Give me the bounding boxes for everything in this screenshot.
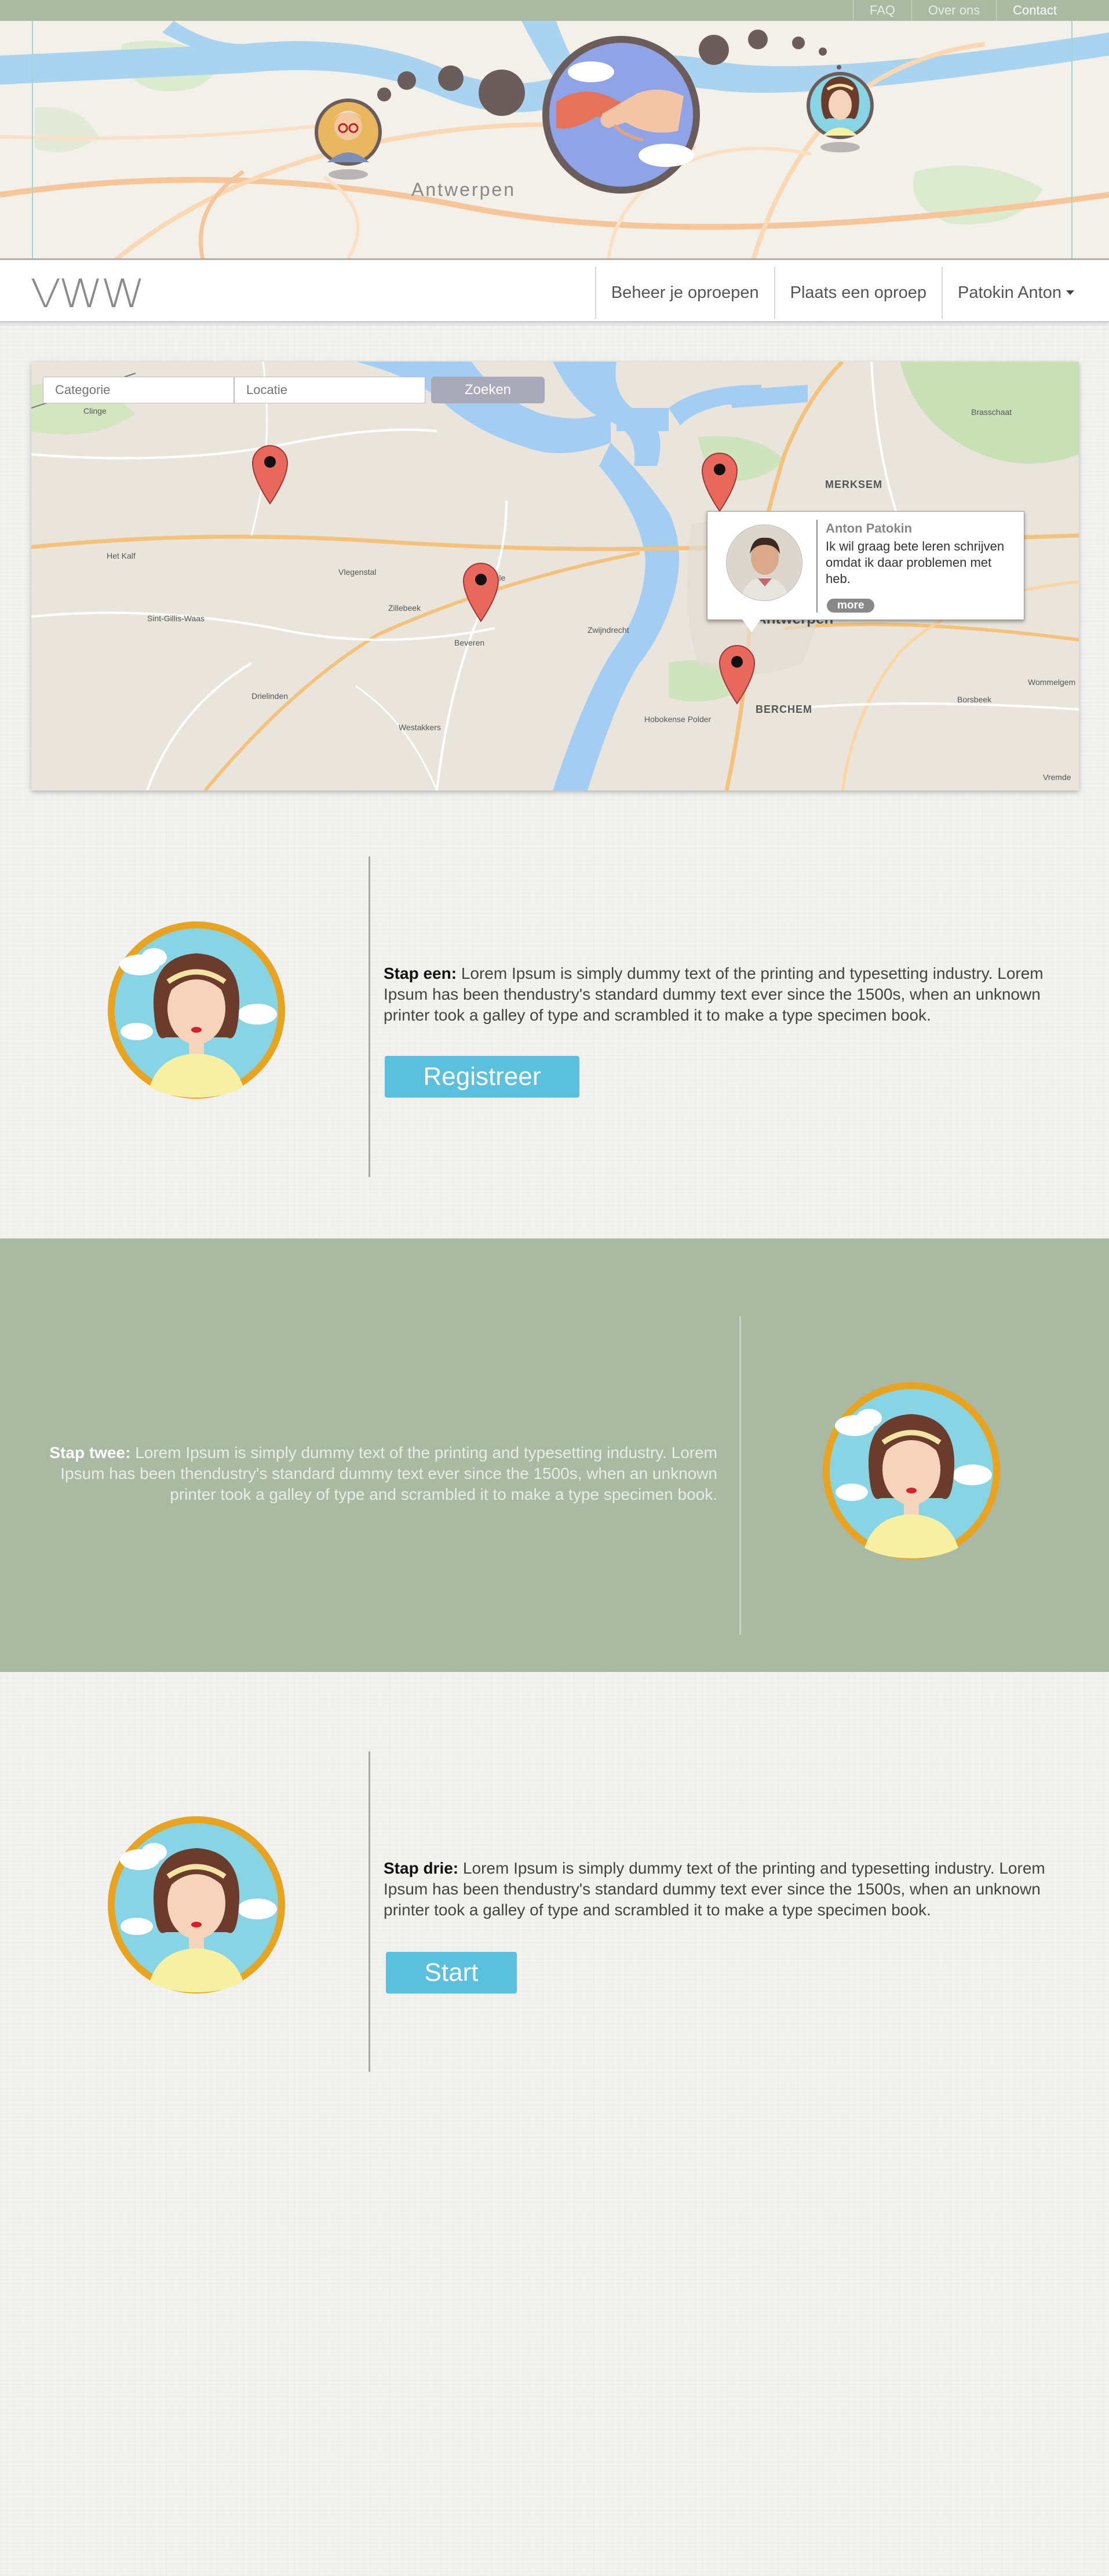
map-label-merksem: MERKSEM [825, 479, 882, 490]
step-one-avatar [108, 921, 285, 1099]
popup-text: Ik wil graag bete leren schrijven omdat … [826, 539, 1005, 586]
map-label-vremde: Vremde [1043, 773, 1071, 782]
chevron-down-icon [1066, 290, 1074, 295]
step-two-text: Stap twee: Lorem Ipsum is simply dummy t… [34, 1442, 717, 1505]
map-search-bar: Zoeken [43, 377, 545, 403]
map-label-wommelgem: Wommelgem [1028, 677, 1075, 687]
map-label-sint-gillis: Sint-Gillis-Waas [147, 614, 205, 623]
nav-manage-requests[interactable]: Beheer je oproepen [594, 267, 774, 319]
step-three-text: Stap drie: Lorem Ipsum is simply dummy t… [384, 1858, 1066, 1921]
map-info-popup: Anton Patokin Ik wil graag bete leren sc… [707, 511, 1024, 632]
map-label-beveren: Beveren [454, 638, 484, 647]
map-label-berchem: BERCHEM [756, 704, 812, 715]
step-three-avatar [108, 1816, 285, 1994]
popup-divider [816, 520, 818, 613]
step-one-body: Lorem Ipsum is simply dummy text of the … [384, 964, 1044, 1024]
step-three-divider [369, 1751, 370, 2072]
faq-link[interactable]: FAQ [852, 0, 911, 21]
search-map[interactable]: Clinge Het Kalf Vlegenstal Melsele Zille… [31, 362, 1079, 790]
step-two-divider [739, 1316, 741, 1635]
user-name: Patokin Anton [958, 283, 1061, 302]
banner-map-illustration: Antwerpen [0, 21, 1109, 258]
page-background-lower [0, 1672, 1109, 2576]
more-button[interactable]: more [827, 599, 875, 613]
popup-name: Anton Patokin [826, 521, 913, 535]
nav-menu: Beheer je oproepen Plaats een oproep Pat… [594, 267, 1109, 319]
map-label-zwijndrecht: Zwijndrecht [588, 625, 629, 635]
map-label-drielinden: Drielinden [251, 691, 288, 701]
about-link[interactable]: Over ons [911, 0, 996, 21]
location-input[interactable] [234, 377, 425, 403]
utility-links: FAQ Over ons Contact [852, 0, 1073, 21]
map-label-zillebeek: Zillebeek [388, 603, 421, 613]
search-button-label: Zoeken [464, 382, 512, 398]
map-label-westakkers: Westakkers [399, 723, 441, 732]
map-label-vlegenstal: Vlegenstal [338, 567, 376, 577]
top-utility-bar: FAQ Over ons Contact [0, 0, 1109, 21]
search-button[interactable]: Zoeken [43, 377, 545, 403]
map-label-brasschaat: Brasschaat [971, 407, 1012, 417]
map-label-clinge: Clinge [83, 406, 107, 416]
nav-place-request[interactable]: Plaats een oproep [774, 267, 942, 319]
step-three-body: Lorem Ipsum is simply dummy text of the … [384, 1859, 1045, 1919]
step-two-section: Stap twee: Lorem Ipsum is simply dummy t… [0, 1238, 1109, 1672]
step-one-title: Stap een: [384, 964, 457, 982]
banner-city-label: Antwerpen [411, 179, 516, 200]
step-two-body: Lorem Ipsum is simply dummy text of the … [60, 1444, 717, 1503]
user-menu[interactable]: Patokin Anton [942, 267, 1109, 319]
step-one-divider [369, 857, 370, 1177]
hero-banner: Antwerpen [0, 21, 1109, 260]
contact-link[interactable]: Contact [996, 0, 1073, 21]
register-button[interactable]: Registreer [385, 1056, 579, 1098]
main-navbar: VWW Beheer je oproepen Plaats een oproep… [0, 261, 1109, 322]
category-input[interactable] [43, 377, 234, 403]
search-icon [43, 377, 57, 391]
avatar [726, 524, 802, 601]
map-label-hoboken: Hobokense Polder [644, 715, 712, 724]
site-logo[interactable]: VWW [30, 271, 145, 317]
start-button[interactable]: Start [386, 1952, 517, 1994]
step-one-text: Stap een: Lorem Ipsum is simply dummy te… [384, 963, 1066, 1026]
map-label-borsbeek: Borsbeek [957, 695, 992, 704]
step-two-title: Stap twee: [49, 1444, 131, 1462]
map-label-het-kalf: Het Kalf [107, 551, 136, 560]
step-two-avatar [823, 1382, 1000, 1560]
step-three-title: Stap drie: [384, 1859, 459, 1877]
